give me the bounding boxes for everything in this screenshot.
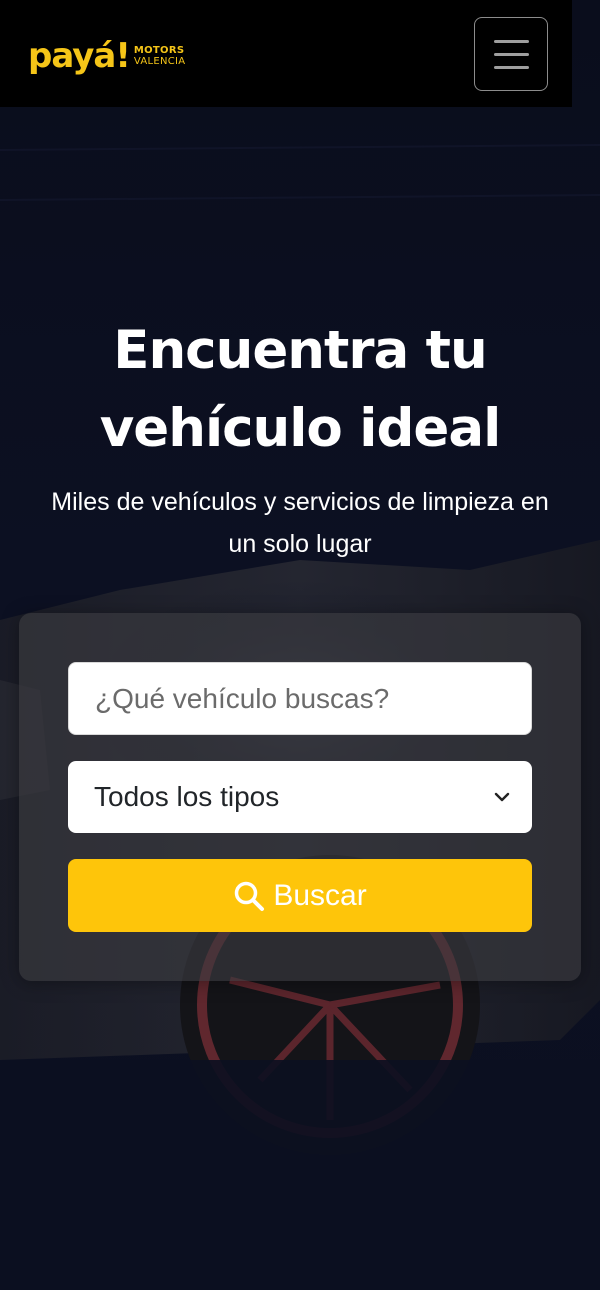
site-header: payá! MOTORS VALENCIA xyxy=(0,0,572,107)
logo-line-valencia: VALENCIA xyxy=(133,55,186,67)
hero-subtitle-line1: Miles de vehículos y servicios de limpie… xyxy=(51,488,549,516)
vehicle-type-selected: Todos los tipos xyxy=(94,781,280,812)
brand-logo[interactable]: payá! MOTORS VALENCIA xyxy=(28,36,185,76)
hero-subtitle: Miles de vehículos y servicios de limpie… xyxy=(20,481,580,565)
logo-wordmark: payá! xyxy=(28,36,131,76)
search-button-label: Buscar xyxy=(273,878,367,912)
search-icon xyxy=(235,881,265,911)
chevron-down-icon xyxy=(494,792,510,802)
page-bottom-edge xyxy=(0,1290,600,1299)
hero-title: Encuentra tu vehículo ideal xyxy=(40,312,560,468)
search-form: Todos los tipos Buscar xyxy=(19,613,581,981)
menu-toggle-button[interactable] xyxy=(474,17,548,91)
hero-title-line1: Encuentra tu xyxy=(113,320,488,381)
logo-tagline: MOTORS VALENCIA xyxy=(133,44,186,67)
search-button[interactable]: Buscar xyxy=(68,859,532,932)
hero-title-line2: vehículo ideal xyxy=(99,398,502,459)
vehicle-type-select[interactable]: Todos los tipos xyxy=(68,761,532,833)
logo-line-motors: MOTORS xyxy=(133,44,185,56)
hero-subtitle-line2: un solo lugar xyxy=(228,530,372,558)
vehicle-search-input[interactable] xyxy=(68,662,532,735)
